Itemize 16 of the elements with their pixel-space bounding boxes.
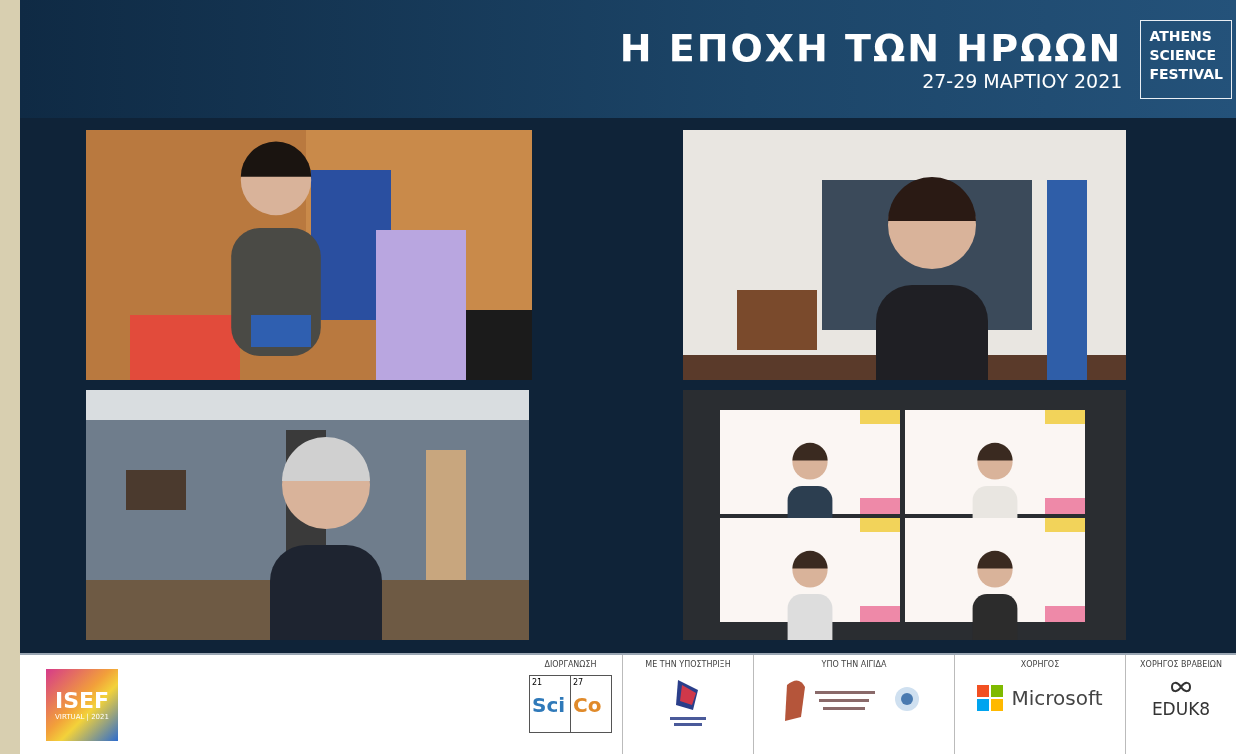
windows-logo-icon bbox=[977, 685, 1004, 711]
logo-symbol: Co bbox=[573, 693, 603, 717]
logo-number: 21 bbox=[532, 678, 544, 687]
infinity-icon bbox=[1170, 679, 1192, 695]
brand-name: EDUK8 bbox=[1151, 699, 1211, 719]
brand-name: Microsoft bbox=[1011, 686, 1103, 710]
event-title: Η ΕΠΟΧΗ ΤΩΝ ΗΡΩΩΝ bbox=[619, 26, 1123, 70]
event-date: 27-29 ΜΑΡΤΙΟΥ 2021 bbox=[922, 70, 1123, 92]
logo-number: 27 bbox=[573, 678, 585, 687]
festival-logo: ATHENS SCIENCE FESTIVAL bbox=[1140, 19, 1232, 99]
sponsor-label: ΜΕ ΤΗΝ ΥΠΟΣΤΗΡΙΞΗ bbox=[645, 660, 731, 669]
sponsor-label: ΔΙΟΡΓΑΝΩΣΗ bbox=[544, 660, 597, 669]
sponsor-label: ΧΟΡΗΓΟΣ bbox=[1020, 660, 1060, 669]
sponsor-label: ΧΟΡΗΓΟΣ ΒΡΑΒΕΙΩΝ bbox=[1140, 660, 1222, 669]
sponsor-label: ΥΠΟ ΤΗΝ ΑΙΓΙΔΑ bbox=[821, 660, 887, 669]
logo-symbol: Sci bbox=[532, 693, 567, 717]
